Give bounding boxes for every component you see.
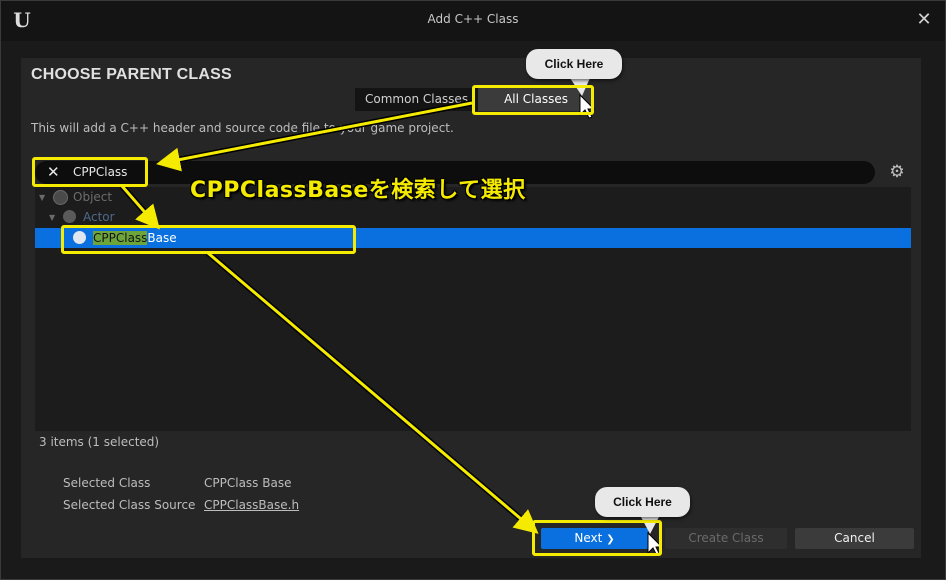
callout-click-here-2: Click Here xyxy=(595,487,690,517)
highlight-box-search xyxy=(32,157,148,187)
highlight-box-selected-row xyxy=(61,225,356,254)
instruction-text: CPPClassBaseを検索して選択 xyxy=(190,178,526,203)
callout-click-here-1: Click Here xyxy=(526,49,622,79)
highlight-box-all-classes xyxy=(472,85,594,115)
highlight-box-next xyxy=(532,520,662,556)
